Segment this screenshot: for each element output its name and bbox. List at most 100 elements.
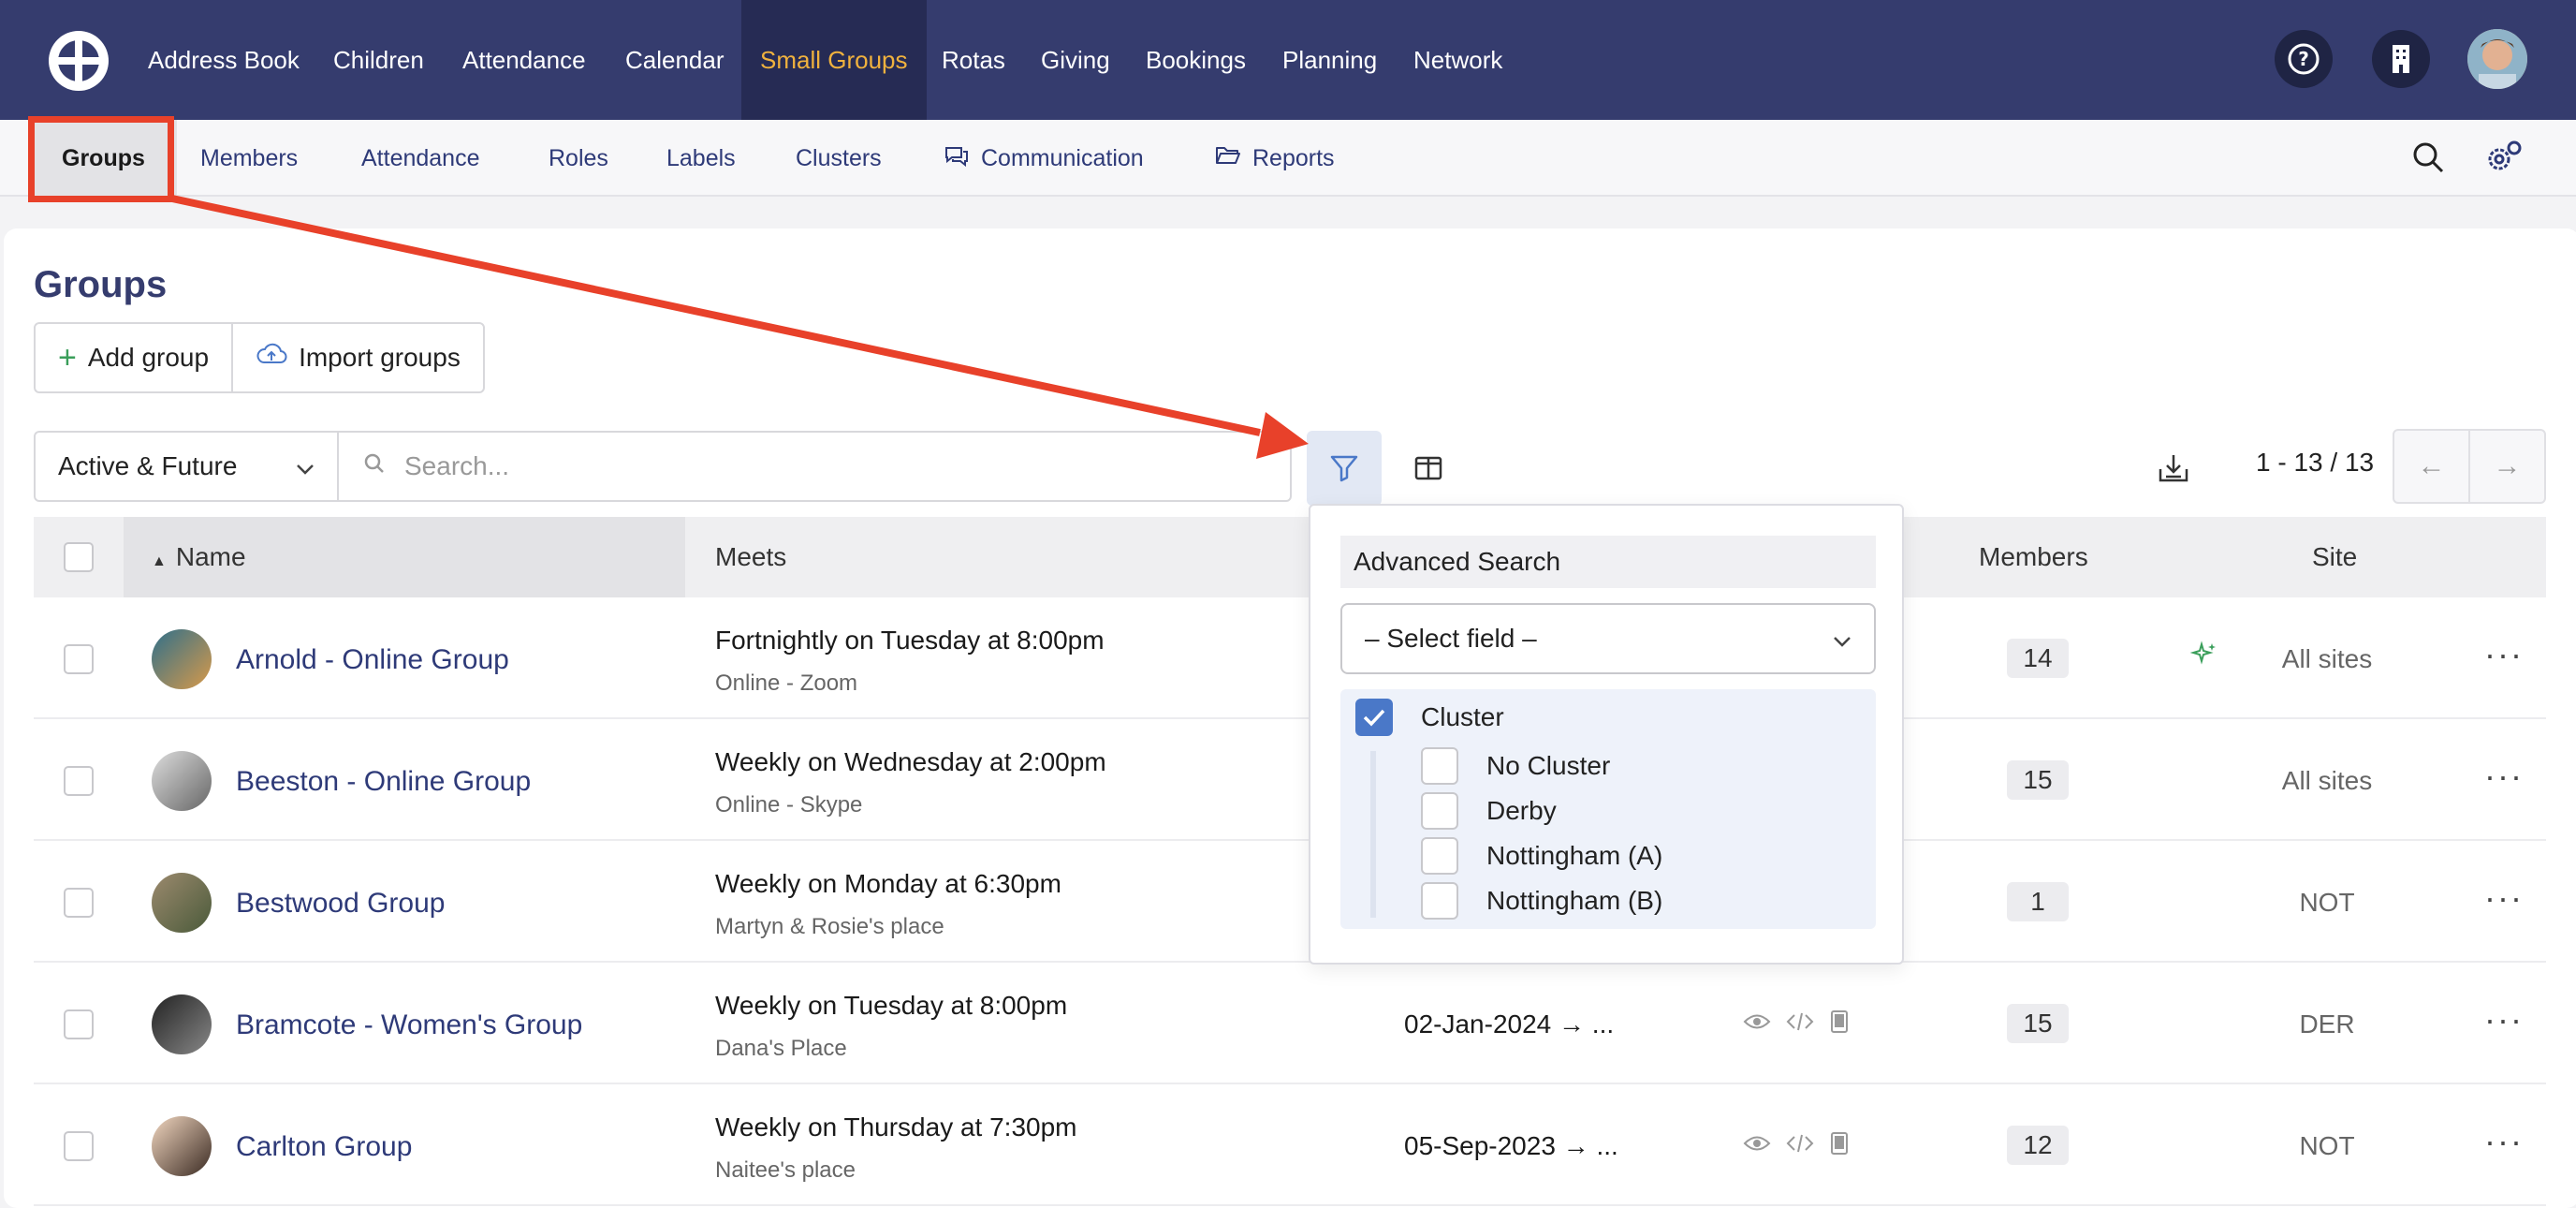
tab-clusters[interactable]: Clusters: [796, 120, 882, 197]
more-actions-icon[interactable]: ···: [2484, 878, 2524, 918]
settings-icon[interactable]: [2484, 139, 2524, 181]
add-group-button[interactable]: + Add group: [36, 324, 231, 391]
cluster-checkbox[interactable]: [1355, 699, 1393, 736]
option-checkbox[interactable]: [1421, 792, 1458, 830]
logo-icon[interactable]: [49, 31, 109, 91]
nav-small-groups[interactable]: Small Groups: [741, 0, 927, 120]
more-actions-icon[interactable]: ···: [2484, 757, 2524, 796]
advanced-search-popover: Advanced Search – Select field – Cluster…: [1309, 504, 1904, 965]
meets-schedule: Fortnightly on Tuesday at 8:00pm: [715, 626, 1105, 655]
select-all-checkbox[interactable]: [64, 542, 94, 572]
tab-communication-label: Communication: [981, 145, 1144, 171]
group-name-link[interactable]: Carlton Group: [236, 1131, 412, 1163]
members-count: 15: [2007, 1004, 2069, 1043]
row-status-icons: [1743, 1131, 1850, 1162]
more-actions-icon[interactable]: ···: [2484, 1000, 2524, 1039]
meets-column-header[interactable]: Meets: [715, 517, 786, 597]
row-checkbox[interactable]: [64, 644, 94, 674]
tab-members[interactable]: Members: [200, 120, 298, 197]
prev-page-button[interactable]: ←: [2394, 431, 2468, 502]
advanced-search-heading: Advanced Search: [1340, 536, 1876, 588]
meets-schedule: Weekly on Wednesday at 2:00pm: [715, 747, 1106, 776]
group-avatar: [152, 873, 212, 933]
cluster-option-nottingham-a[interactable]: Nottingham (A): [1421, 837, 1662, 875]
tab-communication[interactable]: Communication: [944, 120, 1144, 197]
search-input[interactable]: Search...: [339, 433, 1290, 500]
search-icon[interactable]: [2411, 140, 2445, 179]
nav-bookings[interactable]: Bookings: [1146, 0, 1246, 120]
code-icon: [1786, 1009, 1814, 1040]
group-name-link[interactable]: Bestwood Group: [236, 888, 445, 920]
meets-schedule: Weekly on Tuesday at 8:00pm: [715, 991, 1068, 1020]
cluster-label: Cluster: [1421, 702, 1504, 731]
table-row[interactable]: Carlton Group Weekly on Thursday at 7:30…: [34, 1084, 2546, 1206]
columns-button[interactable]: [1391, 431, 1466, 506]
cluster-option-derby[interactable]: Derby: [1421, 792, 1557, 830]
plus-icon: +: [58, 340, 77, 376]
sub-navigation: Groups Members Attendance Roles Labels C…: [0, 120, 2576, 197]
building-icon[interactable]: [2372, 30, 2430, 88]
name-column-header[interactable]: ▲ Name: [124, 517, 685, 597]
row-checkbox[interactable]: [64, 1009, 94, 1039]
site-value: All sites: [2281, 644, 2373, 673]
table-row[interactable]: Arnold - Online Group Fortnightly on Tue…: [34, 597, 2546, 719]
members-count: 12: [2007, 1126, 2069, 1165]
tablet-icon: [1829, 1009, 1850, 1040]
cluster-filter-group: Cluster No Cluster Derby Nottingham (A) …: [1340, 689, 1876, 929]
tab-attendance[interactable]: Attendance: [361, 120, 480, 197]
table-row[interactable]: Bramcote - Women's Group Weekly on Tuesd…: [34, 963, 2546, 1084]
members-column-header[interactable]: Members: [1979, 517, 2088, 597]
import-groups-label: Import groups: [299, 343, 461, 372]
more-actions-icon[interactable]: ···: [2484, 635, 2524, 674]
status-dropdown-value: Active & Future: [58, 451, 238, 480]
tab-labels[interactable]: Labels: [666, 120, 736, 197]
select-field-dropdown[interactable]: – Select field –: [1340, 603, 1876, 674]
table-row[interactable]: Bestwood Group Weekly on Monday at 6:30p…: [34, 841, 2546, 963]
chevron-down-icon: [296, 451, 315, 481]
nav-attendance[interactable]: Attendance: [462, 0, 586, 120]
meets-location: Online - Zoom: [715, 670, 858, 696]
site-column-header[interactable]: Site: [2312, 517, 2357, 597]
meets-location: Martyn & Rosie's place: [715, 914, 944, 939]
filter-button[interactable]: [1307, 431, 1382, 506]
nav-calendar[interactable]: Calendar: [625, 0, 724, 120]
nav-address-book[interactable]: Address Book: [148, 0, 300, 120]
nav-rotas[interactable]: Rotas: [942, 0, 1005, 120]
action-buttons: + Add group Import groups: [34, 322, 485, 393]
more-actions-icon[interactable]: ···: [2484, 1122, 2524, 1161]
tab-reports-label: Reports: [1252, 145, 1335, 171]
tablet-icon: [1829, 1131, 1850, 1162]
help-icon[interactable]: ?: [2275, 30, 2333, 88]
group-name-link[interactable]: Arnold - Online Group: [236, 644, 509, 676]
group-avatar: [152, 629, 212, 689]
option-label: Nottingham (B): [1486, 886, 1663, 915]
tab-roles[interactable]: Roles: [549, 120, 608, 197]
group-avatar: [152, 994, 212, 1054]
cluster-option-nottingham-b[interactable]: Nottingham (B): [1421, 882, 1662, 920]
option-checkbox[interactable]: [1421, 837, 1458, 875]
chat-icon: [944, 121, 970, 198]
nav-giving[interactable]: Giving: [1041, 0, 1110, 120]
status-dropdown[interactable]: Active & Future: [36, 433, 339, 500]
nav-children[interactable]: Children: [333, 0, 424, 120]
option-label: No Cluster: [1486, 751, 1611, 780]
import-groups-button[interactable]: Import groups: [231, 324, 483, 391]
option-checkbox[interactable]: [1421, 882, 1458, 920]
row-checkbox[interactable]: [64, 888, 94, 918]
option-checkbox[interactable]: [1421, 747, 1458, 785]
table-header: ▲ Name Meets Members Site: [34, 517, 2546, 597]
nav-network[interactable]: Network: [1413, 0, 1502, 120]
next-page-button[interactable]: →: [2468, 431, 2544, 502]
export-button[interactable]: [2136, 431, 2211, 506]
annotation-highlight-box: [28, 116, 174, 202]
nav-planning[interactable]: Planning: [1282, 0, 1377, 120]
row-checkbox[interactable]: [64, 1131, 94, 1161]
row-checkbox[interactable]: [64, 766, 94, 796]
cluster-option-no-cluster[interactable]: No Cluster: [1421, 747, 1610, 785]
table-row[interactable]: Beeston - Online Group Weekly on Wednesd…: [34, 719, 2546, 841]
group-name-link[interactable]: Beeston - Online Group: [236, 766, 531, 798]
tab-reports[interactable]: Reports: [1215, 120, 1335, 197]
user-avatar[interactable]: [2467, 29, 2527, 89]
group-name-link[interactable]: Bramcote - Women's Group: [236, 1009, 582, 1041]
folder-open-icon: [1215, 121, 1241, 198]
